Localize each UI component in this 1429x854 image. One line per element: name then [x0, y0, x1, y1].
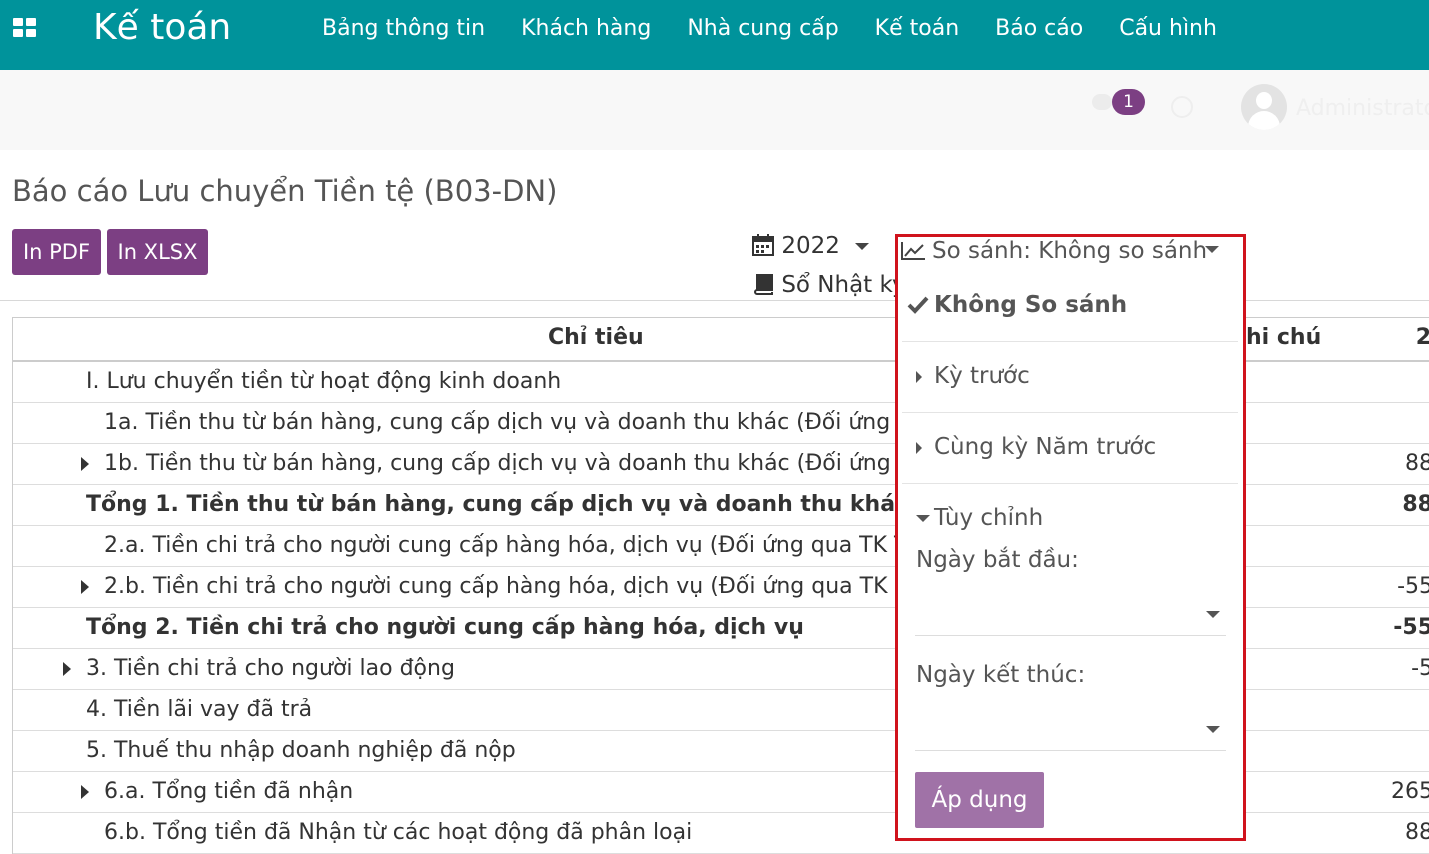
- row-label: 1a. Tiền thu từ bán hàng, cung cấp dịch …: [104, 410, 926, 435]
- main-menu: Bảng thông tin Khách hàng Nhà cung cấp K…: [322, 14, 1253, 44]
- check-icon: [907, 296, 929, 314]
- chevron-down-icon: [1206, 611, 1220, 618]
- row-value: 88: [1405, 820, 1429, 845]
- column-header-value: 2: [1415, 325, 1429, 350]
- user-name[interactable]: Administrator: [1296, 96, 1429, 121]
- menu-item-vendors[interactable]: Nhà cung cấp: [687, 14, 838, 44]
- journal-filter-value: Sổ Nhật ký: [781, 272, 906, 298]
- option-separator: [902, 483, 1238, 484]
- expand-caret-icon[interactable]: [81, 785, 89, 799]
- date-filter[interactable]: 2022: [752, 233, 870, 259]
- line-chart-icon: [901, 242, 925, 260]
- caret-right-icon: [916, 442, 922, 454]
- start-date-underline: [915, 635, 1226, 636]
- option-no-comparison[interactable]: Không So sánh: [934, 292, 1127, 318]
- row-label: 1b. Tiền thu từ bán hàng, cung cấp dịch …: [104, 451, 926, 476]
- date-filter-value: 2022: [781, 233, 840, 259]
- end-date-underline: [915, 750, 1226, 751]
- option-separator: [902, 341, 1238, 342]
- menu-item-customers[interactable]: Khách hàng: [521, 14, 651, 44]
- row-value: -55: [1393, 615, 1429, 640]
- end-date-label: Ngày kết thúc:: [916, 662, 1086, 688]
- row-label: 2.b. Tiền chi trả cho người cung cấp hàn…: [104, 574, 914, 599]
- chat-icon[interactable]: [1092, 94, 1112, 110]
- row-value: 265: [1391, 779, 1429, 804]
- row-value: -55: [1397, 574, 1429, 599]
- user-avatar[interactable]: [1241, 84, 1287, 130]
- comparison-dropdown: So sánh: Không so sánh Không So sánh Kỳ …: [895, 234, 1246, 841]
- book-icon: [754, 274, 773, 295]
- row-label: 2.a. Tiền chi trả cho người cung cấp hàn…: [104, 533, 913, 558]
- end-date-select[interactable]: [915, 702, 1226, 750]
- top-navbar: Kế toán Bảng thông tin Khách hàng Nhà cu…: [0, 0, 1429, 71]
- row-label: I. Lưu chuyển tiền từ hoạt động kinh doa…: [86, 369, 562, 394]
- activity-clock-icon[interactable]: [1171, 96, 1193, 118]
- menu-item-accounting[interactable]: Kế toán: [875, 14, 959, 44]
- messages-badge[interactable]: 1: [1112, 89, 1145, 115]
- row-label: 3. Tiền chi trả cho người lao động: [86, 656, 455, 681]
- chevron-down-icon: [855, 243, 870, 250]
- caret-down-icon: [916, 515, 930, 522]
- calendar-icon: [752, 234, 774, 256]
- caret-right-icon: [916, 371, 922, 383]
- option-custom[interactable]: Tùy chỉnh: [934, 505, 1043, 531]
- row-value: 88: [1402, 492, 1429, 517]
- menu-item-dashboard[interactable]: Bảng thông tin: [322, 14, 485, 44]
- apps-grid-icon[interactable]: [13, 18, 37, 38]
- journal-filter[interactable]: Sổ Nhật ký: [752, 272, 906, 298]
- control-bar: [0, 70, 1429, 150]
- chevron-down-icon: [1206, 726, 1220, 733]
- row-label: Tổng 1. Tiền thu từ bán hàng, cung cấp d…: [86, 492, 909, 517]
- row-value: 88: [1405, 451, 1429, 476]
- page-title: Báo cáo Lưu chuyển Tiền tệ (B03-DN): [12, 174, 558, 208]
- chevron-down-icon: [1205, 246, 1219, 253]
- start-date-label: Ngày bắt đầu:: [916, 547, 1079, 573]
- menu-item-reporting[interactable]: Báo cáo: [995, 14, 1083, 44]
- start-date-select[interactable]: [915, 587, 1226, 635]
- row-value: -5: [1411, 656, 1429, 681]
- print-pdf-button[interactable]: In PDF: [12, 229, 101, 275]
- column-header-note: hi chú: [1246, 325, 1322, 350]
- comparison-toggle-label: So sánh: Không so sánh: [932, 238, 1208, 264]
- option-same-period-last-year[interactable]: Cùng kỳ Năm trước: [934, 434, 1156, 460]
- row-label: 4. Tiền lãi vay đã trả: [86, 697, 313, 722]
- row-label: Tổng 2. Tiền chi trả cho người cung cấp …: [86, 615, 804, 640]
- print-xlsx-button[interactable]: In XLSX: [107, 229, 208, 275]
- row-label: 6.a. Tổng tiền đã nhận: [104, 779, 354, 804]
- column-header-indicator: Chỉ tiêu: [548, 325, 644, 350]
- expand-caret-icon[interactable]: [63, 662, 71, 676]
- app-brand: Kế toán: [93, 7, 232, 48]
- apply-button[interactable]: Áp dụng: [915, 772, 1044, 828]
- row-label: 5. Thuế thu nhập doanh nghiệp đã nộp: [86, 738, 516, 763]
- comparison-toggle[interactable]: So sánh: Không so sánh: [898, 237, 1243, 271]
- row-label: 6.b. Tổng tiền đã Nhận từ các hoạt động …: [104, 820, 693, 845]
- option-separator: [902, 412, 1238, 413]
- option-previous-period[interactable]: Kỳ trước: [934, 363, 1030, 389]
- expand-caret-icon[interactable]: [81, 580, 89, 594]
- expand-caret-icon[interactable]: [81, 457, 89, 471]
- menu-item-configuration[interactable]: Cấu hình: [1119, 14, 1217, 44]
